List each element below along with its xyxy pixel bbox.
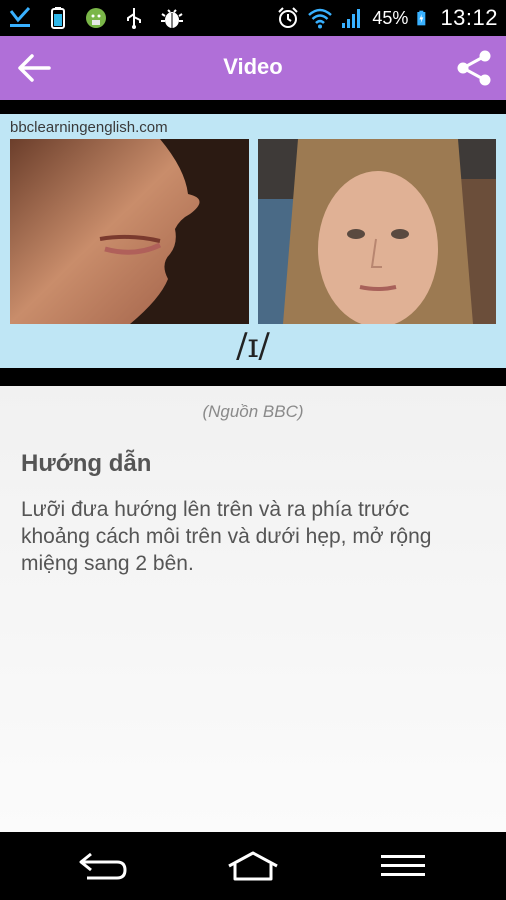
status-system: 45% 13:12 [276, 4, 498, 32]
wifi-icon [308, 8, 333, 29]
video-player[interactable]: bbclearningenglish.com /ɪ/ [0, 100, 506, 386]
clock: 13:12 [440, 5, 498, 30]
app-bar: Video [0, 36, 506, 100]
source-caption: (Nguồn BBC) [202, 402, 304, 421]
instruction-text: Lưỡi đưa hướng lên trên và ra phía trước… [21, 498, 432, 575]
status-bar: 45% 13:12 [0, 0, 506, 36]
battery-charging-icon [417, 10, 426, 26]
nav-home-icon [228, 851, 278, 881]
content-area: (Nguồn BBC) Hướng dẫn Lưỡi đưa hướng lên… [0, 386, 506, 832]
usb-icon [127, 8, 141, 29]
share-button[interactable] [454, 48, 494, 88]
nav-menu-button[interactable] [373, 846, 433, 886]
phoneme-symbol: /ɪ/ [236, 326, 270, 366]
system-nav-bar [0, 832, 506, 900]
status-notifications [8, 6, 184, 30]
battery-percent: 45% [372, 7, 409, 28]
nav-back-button[interactable] [73, 846, 133, 886]
video-site-label: bbclearningenglish.com [10, 119, 168, 136]
nav-back-icon [79, 852, 127, 880]
bug-icon [161, 9, 183, 28]
section-heading: Hướng dẫn [21, 450, 152, 477]
nav-home-button[interactable] [223, 846, 283, 886]
check-download-icon [9, 6, 31, 27]
usb-battery-icon [51, 7, 65, 29]
speaker-face-image [258, 139, 496, 324]
share-icon [457, 50, 491, 86]
page-title: Video [223, 54, 283, 79]
android-icon [86, 8, 106, 28]
signal-icon [342, 9, 361, 28]
nav-menu-icon [381, 855, 425, 876]
video-frame: bbclearningenglish.com /ɪ/ [0, 114, 506, 368]
mouth-closeup-image [10, 139, 249, 324]
alarm-icon [278, 7, 299, 28]
